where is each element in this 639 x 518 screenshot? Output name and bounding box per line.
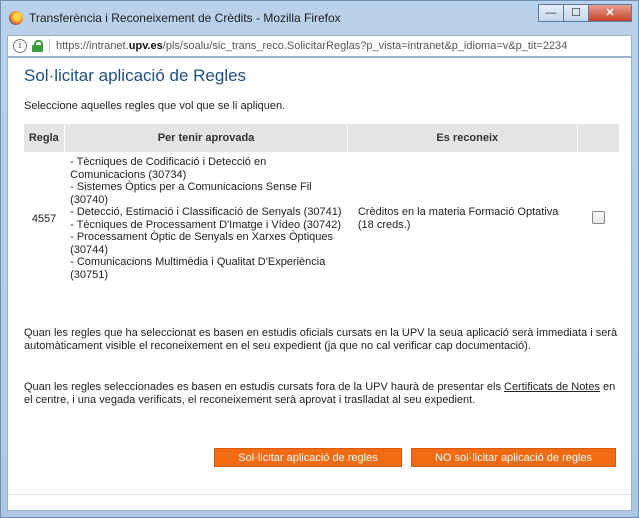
info-paragraph-external: Quan les regles seleccionades es basen e… bbox=[24, 381, 624, 406]
subject-item: - Tècniques de Codificació i Detecció en… bbox=[70, 156, 267, 181]
browser-window: Transferència i Reconeixement de Crèdits… bbox=[0, 0, 639, 518]
header-regla: Regla bbox=[24, 124, 65, 152]
subject-item: - Tècniques de Processament D'Imatge i V… bbox=[70, 218, 342, 231]
rules-table: Regla Per tenir aprovada Es reconeix 455… bbox=[24, 124, 620, 285]
maximize-button[interactable]: ☐ bbox=[563, 4, 589, 22]
table-header-row: Regla Per tenir aprovada Es reconeix bbox=[24, 124, 620, 152]
window-title: Transferència i Reconeixement de Crèdits… bbox=[29, 11, 341, 25]
window-controls: — ☐ ✕ bbox=[538, 4, 632, 24]
recognized-credits: Crèditos en la materia Formació Optativa… bbox=[357, 206, 559, 231]
select-cell bbox=[578, 152, 620, 285]
url-separator bbox=[49, 39, 50, 53]
header-select bbox=[577, 124, 620, 152]
url-prefix: https://intranet. bbox=[56, 40, 129, 52]
url-domain: upv.es bbox=[128, 40, 163, 52]
subject-item: - Comunicacions Multimèdia i Qualitat D'… bbox=[70, 256, 326, 281]
header-per-tenir: Per tenir aprovada bbox=[64, 124, 349, 152]
firefox-icon bbox=[9, 11, 23, 25]
info-icon[interactable]: i bbox=[13, 39, 27, 53]
url-bar[interactable]: i https://intranet.upv.es/pls/soalu/sic_… bbox=[7, 35, 632, 57]
minimize-button[interactable]: — bbox=[538, 4, 564, 22]
title-bar[interactable]: Transferència i Reconeixement de Crèdits… bbox=[1, 1, 638, 35]
url-path: /pls/soalu/sic_trans_reco.SolicitarRegla… bbox=[162, 40, 568, 52]
divider bbox=[8, 494, 631, 495]
request-rules-button[interactable]: Sol·licitar aplicació de regles bbox=[214, 448, 402, 467]
page-title: Sol·licitar aplicació de Regles bbox=[24, 66, 247, 85]
page-content: Sol·licitar aplicació de Regles Seleccio… bbox=[7, 57, 632, 511]
required-subjects: - Tècniques de Codificació i Detecció en… bbox=[64, 152, 348, 285]
paragraph-text-before: Quan les regles seleccionades es basen e… bbox=[24, 381, 504, 393]
header-es-reconeix: Es reconeix bbox=[347, 124, 579, 152]
rule-number: 4557 bbox=[31, 212, 57, 225]
certificats-link[interactable]: Certificats de Notes bbox=[504, 381, 600, 393]
close-button[interactable]: ✕ bbox=[588, 4, 632, 22]
subject-item: - Sistemes Òptics per a Comunicacions Se… bbox=[70, 181, 312, 206]
intro-text: Seleccione aquelles regles que vol que s… bbox=[24, 100, 286, 112]
lock-icon[interactable] bbox=[32, 40, 43, 52]
table-row: 4557 - Tècniques de Codificació i Detecc… bbox=[24, 152, 620, 285]
no-request-rules-button[interactable]: NO sol·licitar aplicació de regles bbox=[411, 448, 616, 467]
rule-checkbox[interactable] bbox=[592, 210, 606, 224]
subject-item: - Processament Òptic de Senyals en Xarxe… bbox=[70, 231, 334, 256]
info-paragraph-upv: Quan les regles que ha seleccionat es ba… bbox=[24, 327, 618, 352]
url-text[interactable]: https://intranet.upv.es/pls/soalu/sic_tr… bbox=[56, 40, 567, 52]
subject-item: - Detecció, Estimació i Classificació de… bbox=[70, 206, 342, 218]
